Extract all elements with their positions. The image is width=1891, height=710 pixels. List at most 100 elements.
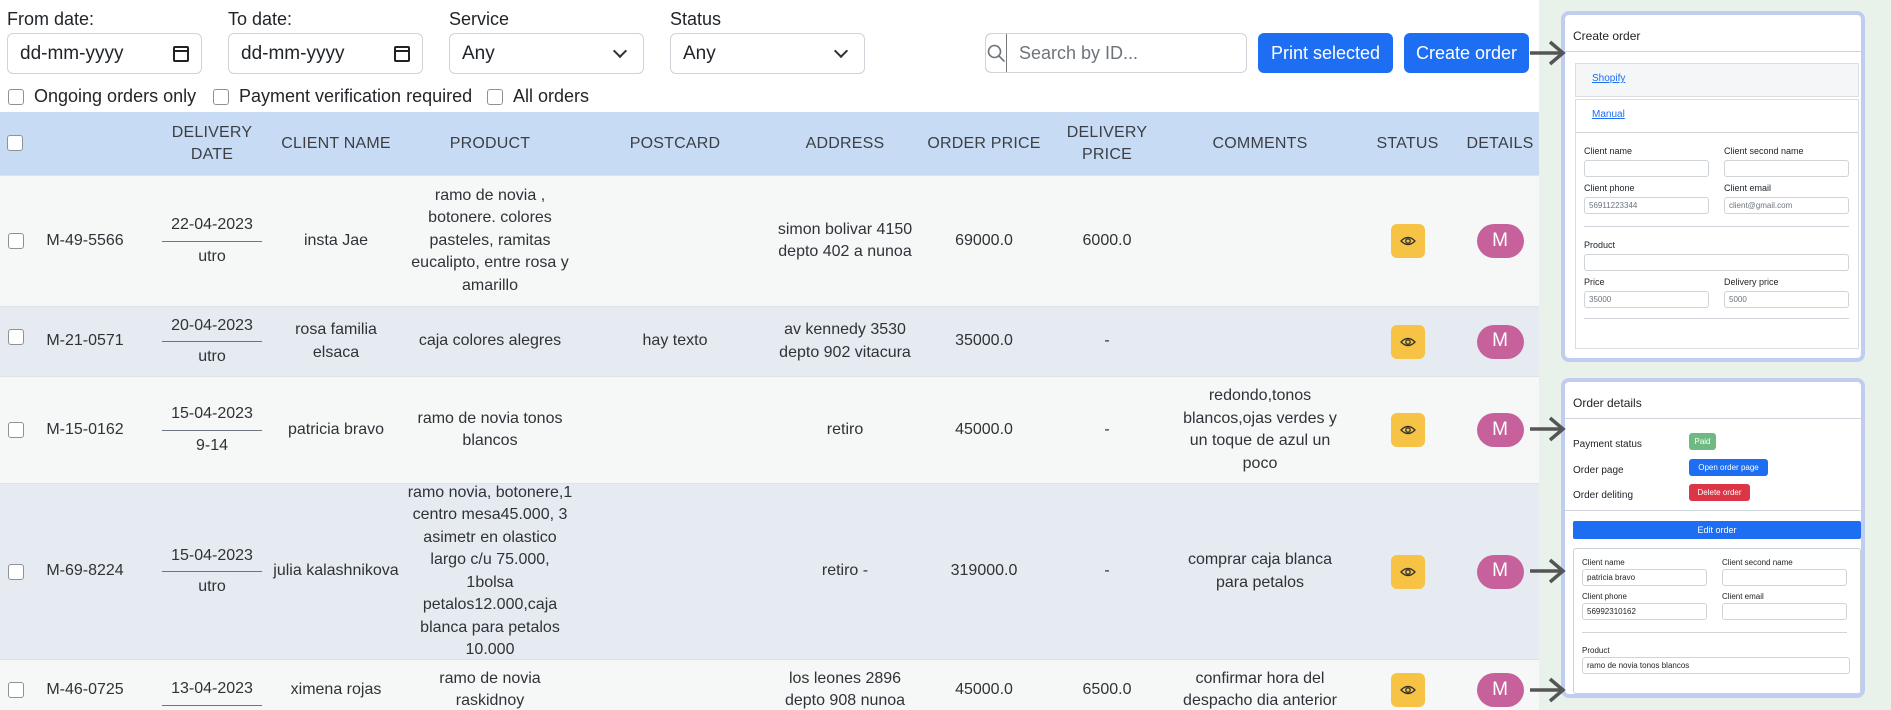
order-deleting-label: Order deliting bbox=[1573, 490, 1634, 501]
payment-checkbox[interactable] bbox=[213, 88, 229, 105]
price-input[interactable]: 35000 bbox=[1584, 291, 1709, 308]
header-postcard[interactable]: POSTCARD bbox=[585, 112, 765, 175]
client-second-name-input[interactable] bbox=[1724, 160, 1849, 177]
product-text: ramo de novia raskidnoy bbox=[439, 669, 541, 710]
ongoing-filter[interactable]: Ongoing orders only bbox=[8, 86, 196, 107]
delete-order-button[interactable]: Delete order bbox=[1689, 484, 1750, 501]
tab-shopify[interactable]: Shopify bbox=[1575, 63, 1859, 97]
open-order-page-button[interactable]: Open order page bbox=[1689, 459, 1768, 476]
table-row[interactable]: M-49-5566 22-04-2023 utro insta Jae ramo … bbox=[0, 175, 1539, 306]
payment-status-label: Payment status bbox=[1573, 439, 1642, 450]
all-orders-checkbox[interactable] bbox=[487, 88, 503, 105]
all-orders-filter[interactable]: All orders bbox=[487, 86, 589, 107]
arrow-right-icon bbox=[1530, 677, 1566, 703]
header-client-name[interactable]: CLIENT NAME bbox=[276, 112, 396, 175]
eye-icon bbox=[1399, 567, 1416, 576]
product-text: ramo de novia tonos blancos bbox=[417, 409, 563, 450]
status-eye-button[interactable] bbox=[1390, 413, 1425, 447]
header-comments[interactable]: COMMENTS bbox=[1160, 112, 1360, 175]
create-order-panel: Create order Shopify Manual Client name … bbox=[1561, 11, 1865, 362]
from-date-input[interactable]: dd-mm-yyyy bbox=[7, 33, 202, 74]
print-selected-button[interactable]: Print selected bbox=[1258, 33, 1393, 73]
tab-manual-link[interactable]: Manual bbox=[1592, 109, 1625, 120]
calendar-icon[interactable] bbox=[173, 45, 189, 62]
select-all-checkbox[interactable] bbox=[7, 135, 23, 151]
delivery-date-cell: 15-04-2023 9-14 bbox=[162, 377, 262, 483]
client-second-name-label: Client second name bbox=[1724, 146, 1804, 156]
product-input[interactable]: ramo de novia tonos blancos bbox=[1582, 657, 1850, 674]
row-checkbox[interactable] bbox=[8, 564, 24, 580]
filter-bar: From date: dd-mm-yyyy To date: dd-mm-yyy… bbox=[0, 0, 1539, 112]
details-button[interactable]: M bbox=[1476, 224, 1524, 258]
status-eye-button[interactable] bbox=[1390, 224, 1425, 258]
header-delivery-price[interactable]: DELIVERY PRICE bbox=[1058, 112, 1156, 175]
row-checkbox[interactable] bbox=[8, 422, 24, 438]
to-date-input[interactable]: dd-mm-yyyy bbox=[228, 33, 423, 74]
row-checkbox[interactable] bbox=[8, 233, 24, 249]
create-order-button[interactable]: Create order bbox=[1404, 33, 1529, 73]
arrow-right-icon bbox=[1530, 416, 1566, 442]
client-email-input[interactable] bbox=[1722, 603, 1847, 620]
status-select[interactable]: Any bbox=[670, 33, 865, 74]
header-address[interactable]: ADDRESS bbox=[765, 112, 925, 175]
header-product[interactable]: PRODUCT bbox=[405, 112, 575, 175]
status-eye-button[interactable] bbox=[1390, 673, 1425, 707]
product-input[interactable] bbox=[1584, 254, 1849, 271]
client-name: insta Jae bbox=[303, 231, 369, 249]
row-checkbox[interactable] bbox=[8, 682, 24, 698]
comments-text: confirmar hora del despacho dia anterior bbox=[1183, 669, 1337, 710]
edit-order-button[interactable]: Edit order bbox=[1573, 521, 1861, 539]
details-button[interactable]: M bbox=[1476, 413, 1524, 447]
table-row[interactable]: M-46-0725 13-04-2023 ximena rojas ramo d… bbox=[0, 659, 1539, 710]
order-price: 35000.0 bbox=[955, 332, 1013, 350]
delivery-date-cell: 15-04-2023 utro bbox=[162, 484, 262, 659]
row-checkbox[interactable] bbox=[8, 329, 24, 345]
tab-shopify-link[interactable]: Shopify bbox=[1592, 73, 1625, 84]
calendar-icon[interactable] bbox=[394, 45, 410, 62]
client-second-name-input[interactable] bbox=[1722, 569, 1847, 586]
details-button[interactable]: M bbox=[1476, 554, 1524, 589]
delivery-price-label: Delivery price bbox=[1724, 277, 1779, 287]
delivery-slot: utro bbox=[198, 348, 226, 365]
order-price: 45000.0 bbox=[955, 420, 1013, 438]
status-eye-button[interactable] bbox=[1390, 324, 1425, 359]
header-delivery-date[interactable]: DELIVERY DATE bbox=[162, 112, 262, 175]
header-order-price[interactable]: ORDER PRICE bbox=[925, 112, 1043, 175]
details-button[interactable]: M bbox=[1476, 324, 1524, 359]
delivery-price-input[interactable]: 5000 bbox=[1724, 291, 1849, 308]
search-button[interactable] bbox=[986, 34, 1007, 72]
eye-icon bbox=[1399, 236, 1416, 246]
chevron-down-icon bbox=[833, 43, 849, 58]
header-status[interactable]: STATUS bbox=[1365, 112, 1450, 175]
all-orders-label: All orders bbox=[513, 86, 590, 106]
address-text: simon bolivar 4150 depto 402 a nunoa bbox=[777, 220, 913, 261]
table-row[interactable]: M-21-0571 20-04-2023 utro rosa familia el… bbox=[0, 306, 1539, 376]
client-name-input[interactable]: patricia bravo bbox=[1582, 569, 1707, 586]
service-value: Any bbox=[462, 42, 495, 64]
search-input[interactable] bbox=[1007, 34, 1246, 72]
ongoing-checkbox[interactable] bbox=[8, 88, 24, 105]
tab-manual[interactable]: Manual Client name Client second name Cl… bbox=[1575, 99, 1859, 349]
details-button[interactable]: M bbox=[1476, 673, 1524, 707]
payment-filter[interactable]: Payment verification required bbox=[213, 86, 472, 107]
client-email-input[interactable]: client@gmail.com bbox=[1724, 197, 1849, 214]
client-name-input[interactable] bbox=[1584, 160, 1709, 177]
status-eye-button[interactable] bbox=[1390, 554, 1425, 589]
client-name: patricia bravo bbox=[287, 420, 385, 438]
product-label: Product bbox=[1584, 240, 1616, 250]
product-text: caja colores alegres bbox=[418, 332, 562, 350]
table-row[interactable]: M-69-8224 15-04-2023 utro julia kalashnik… bbox=[0, 483, 1539, 659]
client-phone-input[interactable]: 56911223344 bbox=[1584, 197, 1709, 214]
order-id: M-46-0725 bbox=[46, 680, 124, 698]
table-row[interactable]: M-15-0162 15-04-2023 9-14 patricia bravo … bbox=[0, 376, 1539, 483]
eye-icon bbox=[1399, 685, 1416, 695]
service-select[interactable]: Any bbox=[449, 33, 644, 74]
postcard-text: hay texto bbox=[642, 332, 708, 350]
client-phone-input[interactable]: 56992310162 bbox=[1582, 603, 1707, 620]
delivery-slot: 9-14 bbox=[195, 436, 229, 454]
delivery-date: 15-04-2023 bbox=[162, 403, 262, 431]
order-price: 45000.0 bbox=[955, 680, 1013, 698]
delivery-date-cell: 20-04-2023 utro bbox=[162, 307, 262, 376]
header-details[interactable]: DETAILS bbox=[1460, 112, 1539, 175]
order-id: M-69-8224 bbox=[46, 562, 124, 580]
